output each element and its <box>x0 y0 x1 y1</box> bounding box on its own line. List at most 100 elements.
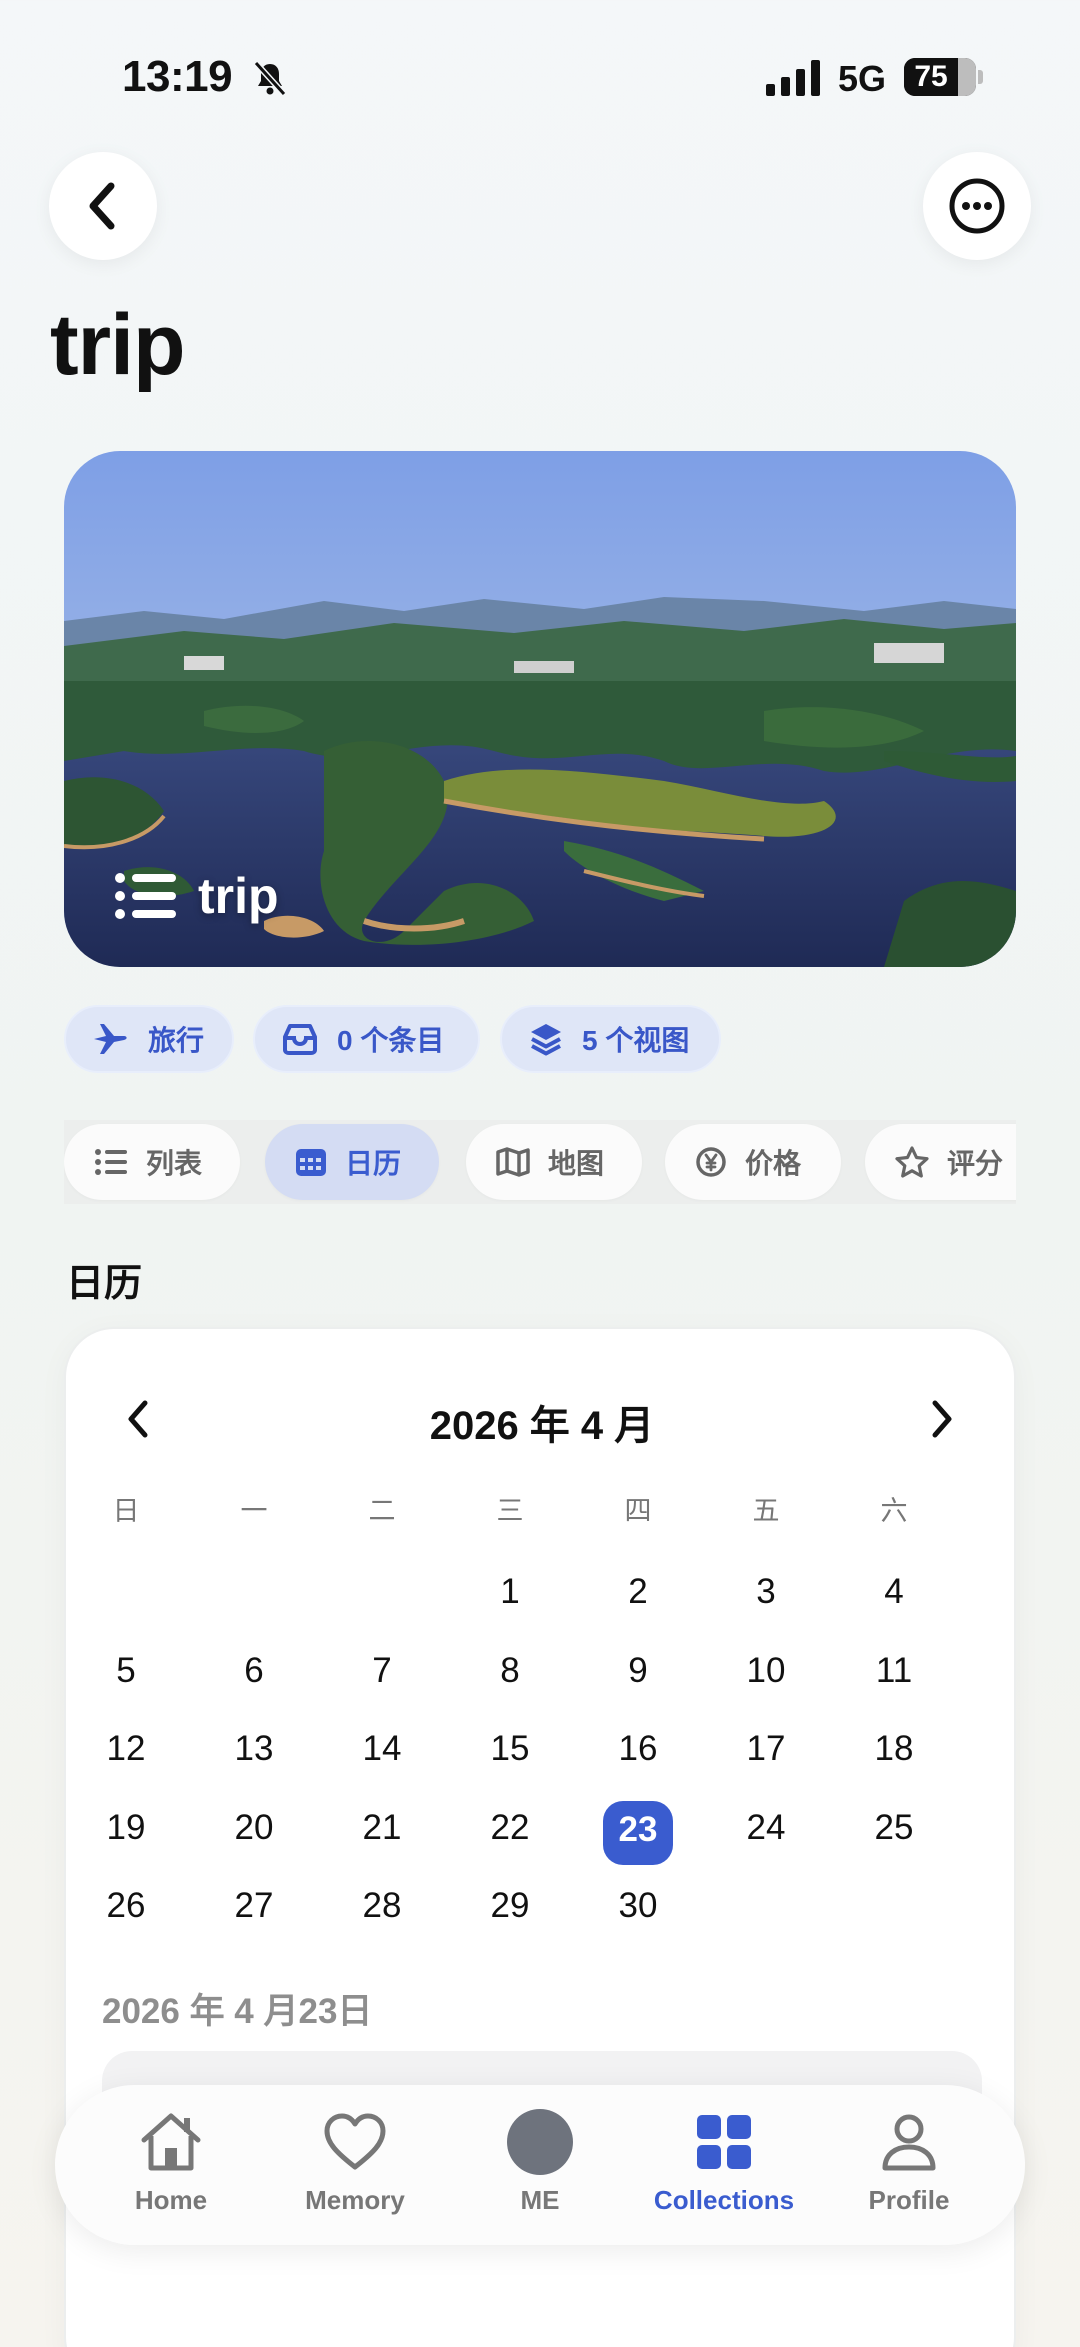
nav-label: Home <box>134 2185 208 2215</box>
tray-icon <box>283 1024 317 1055</box>
avatar-dot-icon <box>507 2109 573 2175</box>
ellipsis-circle-icon <box>949 178 1005 234</box>
status-time: 13:19 <box>122 52 233 101</box>
chip-label: 旅行 <box>148 1025 205 1056</box>
status-bar: 13:19 5G 75 <box>0 0 1080 150</box>
bell-slash-icon <box>253 60 287 97</box>
tab-list[interactable]: 列表 <box>64 1124 240 1200</box>
calendar-day[interactable]: 14 <box>347 1716 417 1782</box>
heart-icon <box>324 2113 386 2170</box>
calendar-day[interactable]: 28 <box>347 1873 417 1939</box>
calendar-day[interactable]: 29 <box>475 1873 545 1939</box>
tab-label: 列表 <box>146 1148 203 1179</box>
calendar-day[interactable]: 30 <box>603 1873 673 1939</box>
weekday-label: 五 <box>752 1496 780 1526</box>
calendar-day[interactable]: 22 <box>475 1795 545 1861</box>
month-title: 2026 年 4 月 <box>429 1404 655 1448</box>
calendar-day[interactable]: 24 <box>731 1795 801 1861</box>
calendar-day[interactable]: 6 <box>219 1638 289 1704</box>
nav-label: Profile <box>868 2185 950 2215</box>
nav-label: Collections <box>653 2185 795 2215</box>
calendar-icon <box>296 1149 326 1176</box>
calendar-day[interactable]: 16 <box>603 1716 673 1782</box>
calendar-day[interactable]: 13 <box>219 1716 289 1782</box>
tab-rating[interactable]: 评分 <box>865 1124 1016 1200</box>
calendar-day[interactable]: 25 <box>859 1795 929 1861</box>
view-tabs: 列表 日历 地图 价格 评分 <box>64 1120 1016 1204</box>
weekday-label: 日 <box>112 1496 140 1526</box>
calendar-day[interactable]: 21 <box>347 1795 417 1861</box>
chip-label: 0 个条目 <box>337 1025 445 1056</box>
chip-label: 5 个视图 <box>582 1025 690 1056</box>
tab-calendar[interactable]: 日历 <box>265 1124 439 1200</box>
nav-collections[interactable]: Collections <box>639 2109 809 2216</box>
calendar-day[interactable]: 11 <box>859 1638 929 1704</box>
calendar-day[interactable]: 5 <box>91 1638 161 1704</box>
back-button[interactable] <box>49 152 157 260</box>
calendar-day-selected[interactable]: 23 <box>603 1800 673 1865</box>
views-count-chip[interactable]: 5 个视图 <box>500 1005 721 1073</box>
calendar-day[interactable]: 3 <box>731 1559 801 1625</box>
calendar-day[interactable]: 4 <box>859 1559 929 1625</box>
nav-home[interactable]: Home <box>86 2109 256 2216</box>
calendar-day[interactable]: 27 <box>219 1873 289 1939</box>
selected-date-label: 2026 年 4 月23日 <box>102 1992 373 2031</box>
tab-map[interactable]: 地图 <box>466 1124 642 1200</box>
star-icon <box>895 1146 929 1178</box>
calendar-day[interactable]: 12 <box>91 1716 161 1782</box>
battery-level: 75 <box>914 60 948 93</box>
battery-icon: 75 <box>904 58 976 96</box>
calendar-day[interactable]: 8 <box>475 1638 545 1704</box>
cover-label: trip <box>114 867 279 925</box>
category-chip[interactable]: 旅行 <box>64 1005 234 1073</box>
chevron-right-icon <box>932 1400 952 1438</box>
section-title: 日历 <box>66 1263 143 1305</box>
nav-label: ME <box>520 2185 560 2215</box>
tab-price[interactable]: 价格 <box>665 1124 841 1200</box>
person-icon <box>882 2114 936 2171</box>
network-type: 5G <box>838 58 887 99</box>
calendar-day[interactable]: 2 <box>603 1559 673 1625</box>
nav-label: Memory <box>305 2185 405 2215</box>
calendar-day[interactable]: 26 <box>91 1873 161 1939</box>
list-icon <box>115 873 176 919</box>
next-month-button[interactable] <box>914 1391 970 1447</box>
collection-cover-image[interactable]: trip <box>64 451 1016 967</box>
weekday-label: 三 <box>496 1496 524 1526</box>
items-count-chip[interactable]: 0 个条目 <box>253 1005 480 1073</box>
tab-label: 价格 <box>745 1148 802 1179</box>
battery-tip <box>978 70 983 84</box>
bottom-nav: Home Memory ME Collections Profile <box>55 2085 1025 2245</box>
calendar-day[interactable]: 10 <box>731 1638 801 1704</box>
grid-icon <box>697 2115 751 2169</box>
weekday-label: 四 <box>624 1496 652 1526</box>
calendar-day[interactable]: 20 <box>219 1795 289 1861</box>
house-icon <box>141 2113 201 2171</box>
page-title: trip <box>50 297 186 393</box>
weekday-label: 六 <box>880 1496 908 1526</box>
calendar-day[interactable]: 17 <box>731 1716 801 1782</box>
nav-profile[interactable]: Profile <box>824 2109 994 2216</box>
nav-memory[interactable]: Memory <box>270 2109 440 2216</box>
tab-label: 日历 <box>345 1148 402 1179</box>
calendar-day[interactable]: 1 <box>475 1559 545 1625</box>
yen-icon <box>696 1147 726 1177</box>
calendar-day[interactable]: 15 <box>475 1716 545 1782</box>
signal-icon <box>766 60 820 96</box>
cover-title: trip <box>198 868 279 924</box>
nav-me[interactable]: ME <box>455 2109 625 2216</box>
airplane-icon <box>94 1024 127 1054</box>
list-icon <box>95 1149 127 1175</box>
weekday-label: 一 <box>240 1496 268 1526</box>
tab-label: 评分 <box>947 1148 1004 1179</box>
calendar-day[interactable]: 18 <box>859 1716 929 1782</box>
calendar-day[interactable]: 19 <box>91 1795 161 1861</box>
weekday-label: 二 <box>368 1496 396 1526</box>
tab-label: 地图 <box>548 1148 605 1179</box>
chevron-left-icon <box>89 182 115 230</box>
calendar-day[interactable]: 9 <box>603 1638 673 1704</box>
layers-icon <box>531 1024 561 1056</box>
calendar-day[interactable]: 7 <box>347 1638 417 1704</box>
map-icon <box>496 1147 530 1177</box>
more-button[interactable] <box>923 152 1031 260</box>
